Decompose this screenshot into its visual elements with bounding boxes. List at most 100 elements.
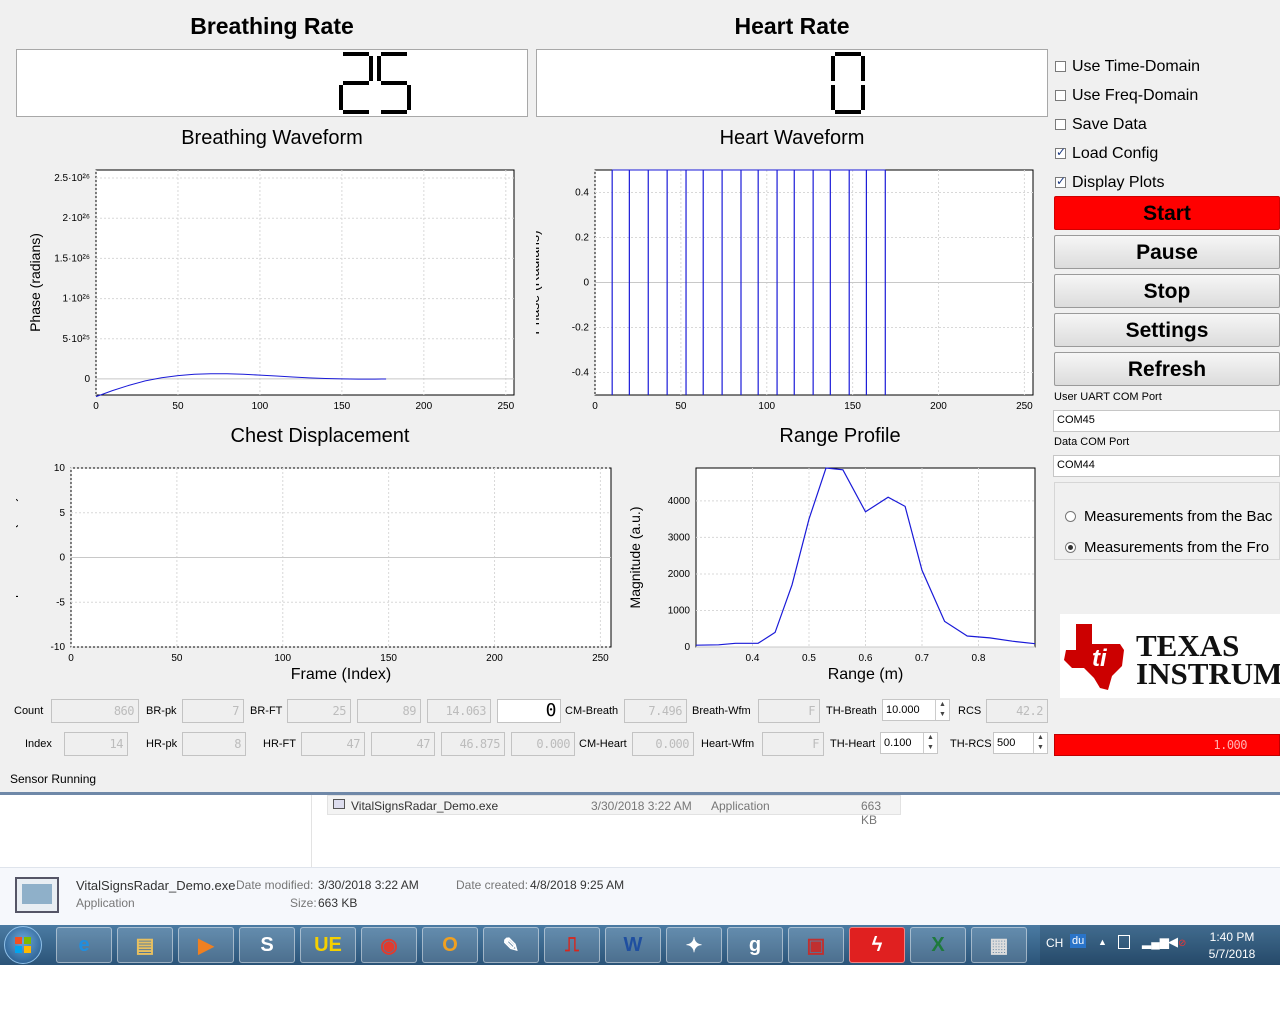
index-display: 14 (64, 732, 128, 756)
spin-arrows-icon[interactable]: ▲ ▼ (1033, 733, 1047, 753)
radio-circle[interactable] (1065, 541, 1076, 553)
radio-circle[interactable] (1065, 510, 1076, 522)
spin-arrows-icon[interactable]: ▲ ▼ (923, 733, 937, 753)
x-tick-label: 150 (334, 401, 351, 412)
ime-indicator[interactable]: du (1070, 934, 1087, 948)
th-breath-spinbox[interactable]: 10.000 ▲ ▼ (882, 699, 950, 721)
taskbar-outlook-button[interactable]: O (422, 927, 478, 963)
hr-ft-display-3: 46.875 (441, 732, 505, 756)
x-tick-label: 0.8 (972, 653, 986, 664)
taskbar-ultraedit-button[interactable]: UE (300, 927, 356, 963)
taskbar-ie-button[interactable]: e (56, 927, 112, 963)
stop-button[interactable]: Stop (1054, 274, 1280, 308)
file-list-row[interactable]: VitalSignsRadar_Demo.exe 3/30/2018 3:22 … (327, 795, 901, 827)
safari-icon: ✦ (685, 934, 703, 957)
y-axis-label: Phase (radians) (27, 233, 43, 332)
br-ft-display: 25 (287, 699, 351, 723)
taskbar-excel-button[interactable]: X (910, 927, 966, 963)
x-tick-label: 0 (592, 401, 598, 412)
taskbar-pdf-button[interactable]: ⎍ (544, 927, 600, 963)
app-icon-screen (22, 884, 52, 904)
measurement-back-radio[interactable]: Measurements from the Bac (1065, 505, 1272, 527)
details-pane: VitalSignsRadar_Demo.exe Date modified: … (0, 867, 1280, 926)
taskbar-skype-button[interactable]: S (239, 927, 295, 963)
clock-time[interactable]: 1:40 PM (1202, 930, 1262, 944)
y-tick-label: 3000 (668, 532, 691, 543)
y-tick-label: -10 (51, 642, 66, 653)
th-heart-spinbox[interactable]: 0.100 ▲ ▼ (880, 732, 938, 754)
taskbar-vitalsigns-app-button[interactable]: ▦ (971, 927, 1027, 963)
taskbar-cloud-app-button[interactable]: g (727, 927, 783, 963)
breathing-rate-title: Breathing Rate (190, 13, 354, 39)
taskbar-media-player-button[interactable]: ▶ (178, 927, 234, 963)
svg-text:ti: ti (1092, 645, 1108, 672)
th-rcs-spinbox[interactable]: 500 ▲ ▼ (993, 732, 1048, 754)
range-profile-plot: 0.4 0.5 0.6 0.7 0.8 4000 3000 2000 1000 0 Magnitud… (630, 467, 1036, 683)
measurement-front-radio[interactable]: Measurements from the Fro (1065, 536, 1269, 558)
clock-date[interactable]: 5/7/2018 (1202, 947, 1262, 961)
br-ft-display-2: 89 (357, 699, 421, 723)
taskbar-word-button[interactable]: W (605, 927, 661, 963)
start-orb-icon[interactable] (4, 926, 42, 964)
use-freq-domain-checkbox[interactable]: Use Freq-Domain (1055, 81, 1275, 110)
x-tick-label: 0 (68, 653, 74, 664)
tray-expand-icon[interactable]: ▲ (1098, 937, 1107, 947)
y-tick-label: 0 (583, 278, 589, 289)
date-created-label: Date created: (456, 878, 529, 892)
x-tick-label: 250 (592, 653, 609, 664)
breathing-rate-digits (339, 52, 411, 114)
th-heart-value: 0.100 (884, 737, 912, 749)
count-display: 860 (51, 699, 139, 723)
vital-signs-app-window: Breathing Rate Heart Rate Breathing Wave… (0, 0, 1280, 795)
taskbar-toolbox-button[interactable]: ▣ (788, 927, 844, 963)
taskbar-flash-app-button[interactable]: ϟ (849, 927, 905, 963)
checkbox-box[interactable] (1055, 90, 1066, 101)
settings-button[interactable]: Settings (1054, 313, 1280, 347)
user-uart-com-port-field[interactable]: COM45 (1053, 410, 1280, 432)
y-tick-label: 4000 (668, 496, 691, 507)
hr-ft-display-2: 47 (371, 732, 435, 756)
br-ft-label: BR-FT (250, 705, 283, 717)
count-label: Count (14, 705, 44, 717)
logo-line2: INSTRUM (1136, 656, 1280, 691)
taskbar-folder-button[interactable]: ▤ (117, 927, 173, 963)
network-icon[interactable]: ▂▄▆ (1142, 935, 1169, 949)
rcs-label: RCS (958, 705, 982, 717)
y-tick-label: 5 (59, 508, 65, 519)
heart-wfm-label: Heart-Wfm (701, 738, 755, 750)
pause-button[interactable]: Pause (1054, 235, 1280, 269)
heart-waveform-title: Heart Waveform (719, 127, 865, 149)
save-data-checkbox[interactable]: Save Data (1055, 110, 1275, 139)
taskbar-paint-button[interactable]: ✎ (483, 927, 539, 963)
language-indicator[interactable]: CH (1046, 936, 1063, 950)
checkbox-box[interactable] (1055, 145, 1066, 159)
display-plots-checkbox[interactable]: Display Plots (1055, 168, 1275, 197)
y-tick-label: -0.2 (572, 323, 590, 334)
data-com-port-field[interactable]: COM44 (1053, 455, 1280, 477)
y-tick-label: 0 (84, 374, 90, 385)
start-button[interactable]: Start (1054, 196, 1280, 230)
toolbox-icon: ▣ (806, 934, 826, 957)
load-config-checkbox[interactable]: Load Config (1055, 139, 1275, 168)
x-tick-label: 50 (172, 401, 184, 412)
heart-rate-title: Heart Rate (734, 13, 850, 39)
tray-device-icon[interactable] (1118, 935, 1130, 949)
th-rcs-value: 500 (997, 737, 1016, 749)
checkbox-box[interactable] (1055, 61, 1066, 72)
checkbox-box[interactable] (1055, 174, 1066, 188)
volume-muted-icon[interactable]: ◀⊘ (1168, 934, 1186, 950)
use-time-domain-checkbox[interactable]: Use Time-Domain (1055, 52, 1275, 81)
y-tick-label: 5·10²⁵ (63, 334, 91, 345)
refresh-button[interactable]: Refresh (1054, 352, 1280, 386)
checkbox-box[interactable] (1055, 119, 1066, 130)
media-player-icon: ▶ (198, 934, 214, 957)
heart-waveform-plot: 0 50 100 150 200 250 0.4 0.2 0 -0.2 -0.4 Phase (Rad… (536, 169, 1034, 412)
taskbar-chrome-button[interactable]: ◉ (361, 927, 417, 963)
detail-file-type: Application (76, 896, 135, 910)
hr-ft-display: 47 (301, 732, 365, 756)
th-breath-label: TH-Breath (826, 705, 877, 717)
x-tick-label: 0.6 (859, 653, 873, 664)
spin-arrows-icon[interactable]: ▲ ▼ (935, 700, 949, 720)
taskbar-safari-button[interactable]: ✦ (666, 927, 722, 963)
exe-file-icon (333, 799, 345, 809)
